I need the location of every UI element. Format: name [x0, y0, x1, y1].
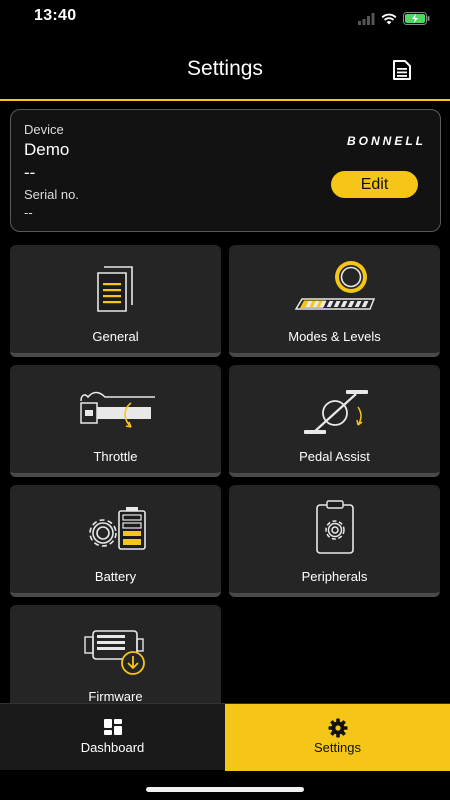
pedal-assist-icon [303, 390, 368, 434]
tile-modes-levels-label: Modes & Levels [288, 329, 381, 344]
page-title: Settings [187, 57, 263, 80]
nav-settings[interactable]: Settings [225, 704, 450, 771]
tile-battery[interactable]: Battery [10, 485, 221, 597]
device-label: Device [24, 122, 64, 137]
device-card: Device Demo -- Serial no. -- BONNELL Edi… [10, 109, 441, 232]
peripherals-icon [315, 500, 354, 554]
battery-gear-icon [88, 507, 146, 550]
levels-icon [294, 261, 375, 310]
tile-peripherals-label: Peripherals [301, 569, 368, 584]
wifi-icon [381, 13, 397, 24]
tile-firmware[interactable]: Firmware [10, 605, 221, 717]
tile-throttle[interactable]: Throttle [10, 365, 221, 477]
status-bar: 13:40 [0, 0, 450, 44]
document-icon [393, 60, 411, 80]
tile-throttle-label: Throttle [93, 449, 138, 464]
status-icons [358, 12, 430, 25]
throttle-icon [79, 391, 155, 428]
battery-charging-icon [403, 12, 430, 25]
tile-pedal-assist[interactable]: Pedal Assist [229, 365, 440, 477]
tile-modes-levels[interactable]: Modes & Levels [229, 245, 440, 357]
status-time: 13:40 [34, 7, 77, 24]
documents-icon [96, 266, 133, 312]
firmware-icon [83, 630, 145, 675]
report-button[interactable] [390, 58, 414, 82]
tile-general[interactable]: General [10, 245, 221, 357]
signal-icon [358, 12, 375, 25]
serial-label: Serial no. [24, 187, 79, 202]
nav-dashboard-label: Dashboard [80, 740, 145, 755]
serial-value: -- [24, 205, 33, 220]
nav-settings-label: Settings [314, 740, 361, 755]
brand-logo: BONNELL [347, 134, 426, 148]
tile-battery-label: Battery [94, 569, 137, 584]
bottom-nav: Dashboard Settings [0, 703, 450, 771]
edit-button[interactable]: Edit [331, 171, 418, 198]
header: Settings [0, 44, 450, 100]
dashboard-icon [103, 719, 122, 735]
tile-firmware-label: Firmware [88, 689, 143, 704]
header-divider [0, 99, 450, 101]
home-indicator [146, 787, 304, 792]
device-name: Demo [24, 140, 70, 159]
gear-icon [328, 718, 347, 738]
tile-general-label: General [92, 329, 139, 344]
device-sub: -- [24, 163, 36, 182]
nav-dashboard[interactable]: Dashboard [0, 704, 225, 771]
tile-peripherals[interactable]: Peripherals [229, 485, 440, 597]
tile-pedal-assist-label: Pedal Assist [299, 449, 370, 464]
